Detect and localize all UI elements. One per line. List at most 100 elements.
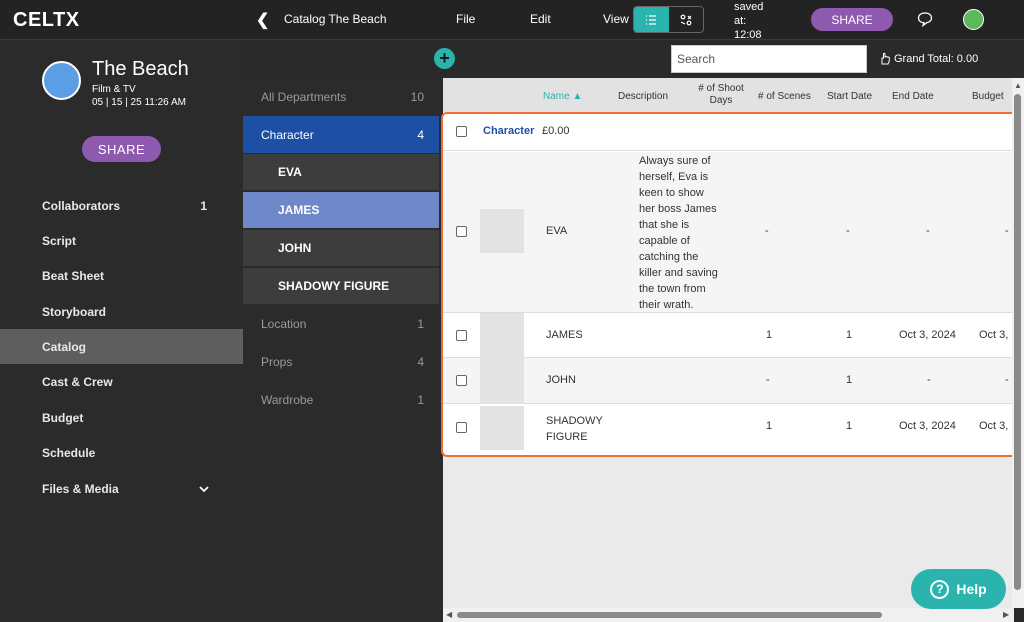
sidebar-item-budget[interactable]: Budget	[0, 400, 243, 435]
vertical-scrollbar[interactable]: ▲	[1012, 78, 1024, 608]
grid-view-icon[interactable]	[669, 7, 704, 32]
description-line: capable of	[639, 235, 690, 247]
sidebar-item-label: Catalog	[42, 339, 87, 354]
dept-count: 1	[417, 392, 424, 407]
sidebar-item-cast-crew[interactable]: Cast & Crew	[0, 364, 243, 399]
dept-count: 4	[417, 127, 424, 142]
share-button[interactable]: SHARE	[811, 8, 893, 31]
row-budget: -	[1005, 225, 1009, 237]
dept-character[interactable]: Character 4	[243, 116, 439, 153]
sidebar-item-files-media[interactable]: Files & Media	[0, 471, 243, 506]
table-body: Character £0.00 EVA Always sure of herse…	[443, 112, 1014, 455]
dept-count: 4	[417, 354, 424, 369]
row-name-line: FIGURE	[546, 431, 588, 443]
table-row[interactable]: JOHN - 1 - -	[443, 358, 1014, 404]
sidebar-item-label: Cast & Crew	[42, 374, 113, 389]
col-header-end-date[interactable]: End Date	[892, 91, 934, 103]
group-row: Character £0.00	[443, 112, 1014, 151]
user-avatar[interactable]	[963, 9, 984, 30]
search-input[interactable]: Search	[671, 45, 867, 73]
scroll-left-icon[interactable]: ◀	[446, 610, 452, 619]
row-name: JOHN	[546, 374, 576, 386]
add-item-button[interactable]: +	[434, 48, 455, 69]
scroll-thumb[interactable]	[1014, 94, 1021, 590]
col-header-name[interactable]: Name ▲	[543, 91, 582, 103]
chevron-down-icon[interactable]	[198, 483, 210, 495]
breadcrumb: Catalog The Beach	[284, 12, 387, 26]
sort-up-icon: ▲	[572, 91, 583, 102]
chat-icon[interactable]	[917, 11, 933, 27]
grand-total-text: Grand Total: 0.00	[894, 52, 979, 65]
sidebar-item-script[interactable]: Script	[0, 223, 243, 258]
department-list: All Departments 10 Character 4 EVA JAMES…	[243, 78, 439, 622]
back-chevron-icon[interactable]: ❮	[256, 10, 269, 30]
sidebar-item-label: Beat Sheet	[42, 268, 105, 283]
top-bar: CELTX ❮ Catalog The Beach File Edit View…	[0, 0, 1024, 41]
row-shoot-days: 1	[766, 420, 773, 432]
row-budget: Oct 3,	[979, 420, 1009, 432]
row-budget: -	[1005, 374, 1009, 386]
scroll-right-icon[interactable]: ▶	[1003, 610, 1009, 619]
project-share-button[interactable]: SHARE	[82, 136, 161, 162]
group-label[interactable]: Character	[483, 125, 534, 137]
menu-edit[interactable]: Edit	[530, 12, 551, 26]
list-view-icon[interactable]	[634, 7, 669, 32]
table-row[interactable]: SHADOWY FIGURE 1 1 Oct 3, 2024 Oct 3,	[443, 404, 1014, 452]
row-budget: Oct 3,	[979, 329, 1009, 341]
celtx-logo[interactable]: CELTX	[13, 9, 80, 32]
row-scenes: -	[846, 225, 850, 237]
menu-file[interactable]: File	[456, 12, 475, 26]
sidebar-item-catalog[interactable]: Catalog	[0, 329, 243, 364]
project-sidebar: The Beach Film & TV 05 | 15 | 25 11:26 A…	[0, 41, 243, 622]
sidebar-item-storyboard[interactable]: Storyboard	[0, 294, 243, 329]
project-type: Film & TV	[92, 84, 136, 95]
dept-subitem-john[interactable]: JOHN	[243, 229, 439, 266]
row-checkbox[interactable]	[456, 422, 467, 433]
dept-count: 10	[410, 89, 424, 104]
col-header-description[interactable]: Description	[618, 91, 668, 103]
sidebar-item-label: Schedule	[42, 445, 96, 460]
group-checkbox[interactable]	[456, 126, 467, 137]
sidebar-item-schedule[interactable]: Schedule	[0, 435, 243, 470]
group-total: £0.00	[542, 125, 570, 137]
row-end-date: -	[927, 374, 931, 386]
hand-icon	[881, 52, 890, 65]
col-header-budget[interactable]: Budget	[972, 91, 1004, 103]
row-end-date: -	[926, 225, 930, 237]
dept-location[interactable]: Location 1	[243, 305, 439, 342]
col-header-label: Name	[543, 91, 570, 102]
row-shoot-days: 1	[766, 329, 773, 341]
description-line: catching the	[639, 251, 699, 263]
table-row[interactable]: EVA Always sure of herself, Eva is keen …	[443, 152, 1014, 313]
scroll-up-icon[interactable]: ▲	[1014, 81, 1022, 90]
row-name: SHADOWY FIGURE	[546, 413, 603, 445]
scroll-thumb[interactable]	[457, 612, 882, 618]
description-line: their wrath.	[639, 299, 694, 311]
row-checkbox[interactable]	[456, 375, 467, 386]
collaborators-count: 1	[200, 198, 207, 213]
col-header-scenes[interactable]: # of Scenes	[758, 91, 811, 103]
row-checkbox[interactable]	[456, 226, 467, 237]
sidebar-item-label: Script	[42, 233, 77, 248]
sidebar-item-beat-sheet[interactable]: Beat Sheet	[0, 258, 243, 293]
col-header-label: # of Shoot	[698, 83, 744, 94]
help-button[interactable]: ? Help	[911, 569, 1006, 609]
sidebar-item-collaborators[interactable]: Collaborators 1	[0, 188, 243, 223]
col-header-start-date[interactable]: Start Date	[827, 91, 872, 103]
row-scenes: 1	[846, 329, 853, 341]
col-header-shoot-days[interactable]: # of Shoot Days	[697, 83, 745, 107]
dept-props[interactable]: Props 4	[243, 343, 439, 380]
dept-subitem-james[interactable]: JAMES	[243, 191, 439, 228]
dept-subitem-shadowy-figure[interactable]: SHADOWY FIGURE	[243, 267, 439, 304]
horizontal-scrollbar[interactable]: ◀ ▶	[443, 608, 1014, 622]
table-row[interactable]: JAMES 1 1 Oct 3, 2024 Oct 3,	[443, 313, 1014, 358]
row-end-date: Oct 3, 2024	[899, 420, 956, 432]
row-checkbox[interactable]	[456, 330, 467, 341]
description-line: herself, Eva is	[639, 171, 709, 183]
dept-all-departments[interactable]: All Departments 10	[243, 78, 439, 115]
description-line: keen to show	[639, 187, 704, 199]
row-thumbnail	[480, 209, 524, 253]
dept-subitem-eva[interactable]: EVA	[243, 153, 439, 190]
dept-wardrobe[interactable]: Wardrobe 1	[243, 381, 439, 418]
dept-label: Wardrobe	[261, 392, 314, 407]
